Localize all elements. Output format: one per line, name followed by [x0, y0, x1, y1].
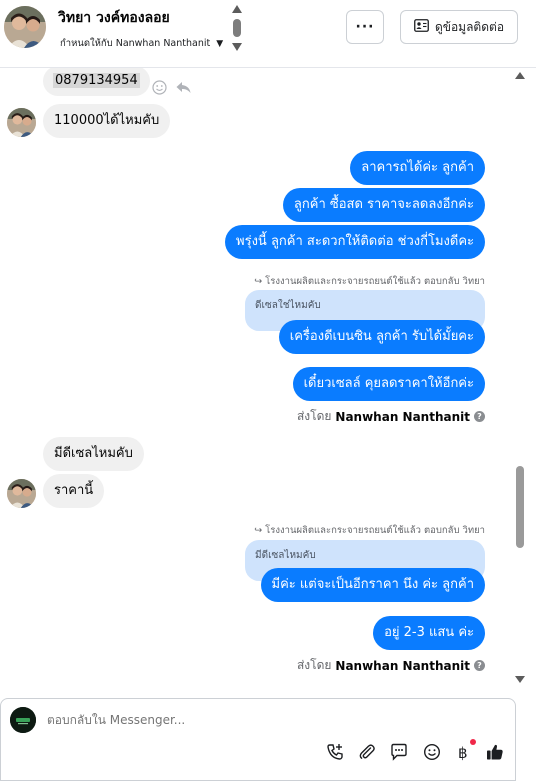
scroll-thumb[interactable] [233, 19, 241, 37]
info-icon[interactable]: ? [474, 411, 485, 422]
notification-dot [470, 739, 476, 745]
scroll-down-icon[interactable] [232, 43, 242, 51]
message-outgoing[interactable]: ลาคารถได้ค่ะ ลูกค้า [350, 151, 485, 185]
reply-meta: ↪ โรงงานผลิตและกระจายรถยนต์ใช้แล้ว ตอบกล… [254, 274, 485, 289]
ellipsis-icon: ··· [355, 19, 375, 35]
message-outgoing[interactable]: มีค่ะ แต่จะเป็นอีกราคา นึง ค่ะ ลูกค้า [260, 568, 485, 602]
message-outgoing[interactable]: เดี๋ยวเซลล์ คุยลดราคาให้อีกค่ะ [292, 367, 485, 401]
message-incoming[interactable]: 110000ได้ไหมคับ [43, 104, 171, 138]
scroll-up-icon[interactable] [232, 5, 242, 13]
emoji-icon[interactable] [422, 742, 442, 762]
conversation-header: วิทยา วงค์ทองลอย กำหนดให้กับ Nanwhan Nan… [0, 0, 536, 68]
contact-avatar[interactable] [4, 6, 46, 48]
phone-number[interactable]: 0879134954 [53, 73, 140, 88]
svg-text:฿: ฿ [458, 744, 468, 761]
message-outgoing[interactable]: อยู่ 2-3 แสน ค่ะ [373, 616, 485, 650]
sent-by-prefix: ส่งโดย [296, 658, 332, 672]
reply-meta-text: โรงงานผลิตและกระจายรถยนต์ใช้แล้ว ตอบกลับ… [265, 276, 485, 287]
contact-name[interactable]: วิทยา วงค์ทองลอย [58, 7, 170, 29]
sent-by-prefix: ส่งโดย [296, 409, 332, 423]
message-outgoing[interactable]: เครื่องดีเบนซิน ลูกค้า รับได้มั้ยคะ [278, 320, 485, 354]
sender-avatar[interactable] [7, 479, 36, 508]
message-outgoing[interactable]: พรุ่งนี้ ลูกค้า สะดวกให้ติดต่อ ช่วงกี่โม… [225, 225, 485, 259]
sender-avatar[interactable] [7, 108, 36, 137]
sent-by-name: Nanwhan Nanthanit [335, 409, 470, 424]
thumbs-up-icon[interactable] [485, 742, 505, 762]
reply-meta-text: โรงงานผลิตและกระจายรถยนต์ใช้แล้ว ตอบกลับ… [265, 525, 485, 536]
reply-arrow-icon: ↪ [254, 276, 263, 287]
smiley-icon[interactable] [152, 80, 167, 99]
sent-by-name: Nanwhan Nanthanit [335, 658, 470, 673]
reply-arrow-icon[interactable] [175, 80, 192, 99]
baht-icon[interactable]: ฿ [453, 742, 473, 762]
message-actions [152, 80, 192, 99]
reply-composer: ฿ [0, 698, 516, 781]
scroll-up-icon[interactable] [515, 72, 525, 79]
scroll-thumb[interactable] [516, 466, 524, 548]
message-incoming[interactable]: มีดีเซลไหมคับ [43, 437, 144, 471]
header-scrollbar[interactable] [231, 5, 243, 53]
message-outgoing[interactable]: ลูกค้า ซื้อสด ราคาจะลดลงอีกค่ะ [282, 188, 485, 222]
view-contact-button[interactable]: ดูข้อมูลติดต่อ [400, 10, 518, 44]
sent-by-label: ส่งโดย Nanwhan Nanthanit ? [297, 407, 485, 426]
reply-arrow-icon: ↪ [254, 525, 263, 536]
page-avatar [10, 707, 36, 733]
scroll-down-icon[interactable] [515, 676, 525, 683]
info-icon[interactable]: ? [474, 660, 485, 671]
paperclip-icon[interactable] [357, 742, 377, 762]
caret-down-icon: ▼ [216, 38, 224, 49]
sent-by-label: ส่งโดย Nanwhan Nanthanit ? [297, 656, 485, 675]
view-contact-label: ดูข้อมูลติดต่อ [434, 19, 505, 34]
more-options-button[interactable]: ··· [346, 10, 384, 44]
reply-meta: ↪ โรงงานผลิตและกระจายรถยนต์ใช้แล้ว ตอบกล… [254, 523, 485, 538]
message-incoming[interactable]: ราคานี้ [43, 474, 105, 508]
contact-card-icon [414, 19, 429, 35]
reply-input[interactable] [47, 709, 487, 731]
message-thread[interactable]: 0879134954 110000ได้ไหมคับ ลาคารถได้ค่ะ … [0, 68, 514, 688]
assignee-selector[interactable]: กำหนดให้กับ Nanwhan Nanthanit ▼ [60, 36, 223, 51]
message-incoming[interactable]: 0879134954 [43, 68, 150, 96]
chat-bubble-icon[interactable] [389, 742, 409, 762]
phone-plus-icon[interactable] [325, 742, 345, 762]
assignee-label: กำหนดให้กับ Nanwhan Nanthanit [60, 38, 211, 49]
